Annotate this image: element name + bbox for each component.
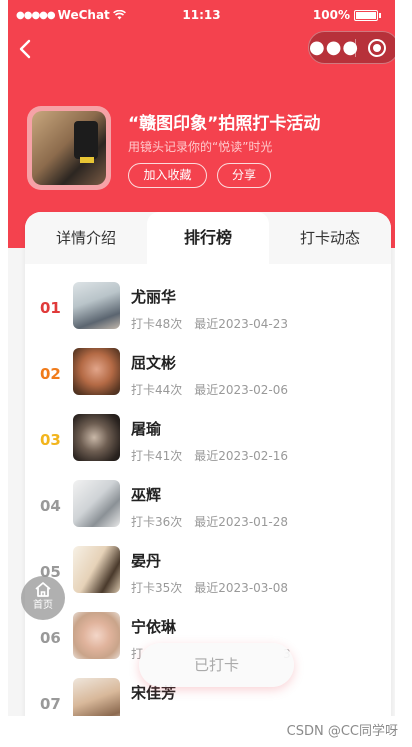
battery-icon xyxy=(354,9,378,21)
tab-bar: 详情介绍 排行榜 打卡动态 xyxy=(25,212,391,264)
list-item[interactable]: 04 巫辉 打卡36次 最近2023-01-28 xyxy=(25,480,391,546)
avatar xyxy=(73,282,120,329)
battery-tip xyxy=(379,12,381,18)
avatar xyxy=(73,348,120,395)
user-meta: 打卡48次 最近2023-04-23 xyxy=(131,315,288,332)
checkin-count: 打卡41次 xyxy=(131,449,183,463)
camera-detail xyxy=(80,157,94,163)
home-button[interactable]: 首页 xyxy=(21,576,65,620)
rank-number: 04 xyxy=(40,497,61,515)
home-icon xyxy=(35,582,51,597)
list-item[interactable]: 01 尤丽华 打卡48次 最近2023-04-23 xyxy=(25,282,391,348)
recent-date: 最近2023-02-06 xyxy=(194,383,289,397)
user-name: 尤丽华 xyxy=(131,288,177,306)
battery-percent: 100% xyxy=(312,8,350,22)
more-dots-icon[interactable]: ●●● xyxy=(309,38,358,57)
recent-date: 最近2023-01-28 xyxy=(194,515,289,529)
user-name: 宁依琳 xyxy=(131,618,177,636)
status-right: 100% xyxy=(313,8,381,22)
avatar xyxy=(73,480,120,527)
user-name: 屠瑜 xyxy=(131,420,162,438)
content-card: 详情介绍 排行榜 打卡动态 01 尤丽华 打卡48次 最近2023-04-23 0… xyxy=(25,212,391,716)
back-button[interactable] xyxy=(18,38,42,66)
checkin-count: 打卡44次 xyxy=(131,383,183,397)
activity-subtitle: 用镜头记录你的“悦读”时光 xyxy=(128,140,273,154)
tab-leaderboard[interactable]: 排行榜 xyxy=(147,212,269,264)
list-item[interactable]: 03 屠瑜 打卡41次 最近2023-02-16 xyxy=(25,414,391,480)
target-close-icon xyxy=(367,38,386,57)
home-label: 首页 xyxy=(33,600,53,611)
avatar xyxy=(73,612,120,659)
checkin-count: 打卡48次 xyxy=(131,317,183,331)
list-item[interactable]: 02 屈文彬 打卡44次 最近2023-02-06 xyxy=(25,348,391,414)
status-bar: ●●●●● WeChat 11:13 100% xyxy=(8,8,395,26)
recent-date: 最近2023-02-16 xyxy=(194,449,289,463)
user-name: 巫辉 xyxy=(131,486,162,504)
list-item[interactable]: 05 晏丹 打卡35次 最近2023-03-08 xyxy=(25,546,391,612)
mini-program-capsule: ●●● xyxy=(308,31,395,64)
checked-in-button[interactable]: 已打卡 xyxy=(139,643,294,687)
cover-image xyxy=(32,111,106,185)
checkin-count: 打卡35次 xyxy=(131,581,183,595)
tab-checkin-feed[interactable]: 打卡动态 xyxy=(269,212,391,264)
checkin-count: 打卡36次 xyxy=(131,515,183,529)
rank-number: 03 xyxy=(40,431,61,449)
user-meta: 打卡36次 最近2023-01-28 xyxy=(131,513,288,530)
watermark: CSDN @CC同学呀 xyxy=(286,724,398,739)
avatar xyxy=(73,546,120,593)
recent-date: 最近2023-04-23 xyxy=(194,317,289,331)
rank-number: 07 xyxy=(40,695,61,713)
tab-details[interactable]: 详情介绍 xyxy=(25,212,147,264)
user-meta xyxy=(131,711,143,716)
recent-date: 最近2023-03-08 xyxy=(194,581,289,595)
add-favorite-button[interactable]: 加入收藏 xyxy=(128,163,207,188)
camera-shape xyxy=(74,121,98,159)
avatar xyxy=(73,678,120,716)
user-name: 屈文彬 xyxy=(131,354,177,372)
user-meta: 打卡41次 最近2023-02-16 xyxy=(131,447,288,464)
share-button[interactable]: 分享 xyxy=(217,163,271,188)
rank-number: 02 xyxy=(40,365,61,383)
rank-number: 06 xyxy=(40,629,61,647)
user-meta: 打卡44次 最近2023-02-06 xyxy=(131,381,288,398)
activity-cover xyxy=(27,106,111,190)
phone-screen: ●●●●● WeChat 11:13 100% ●●● “赣图印象”拍照打卡活动… xyxy=(8,0,395,716)
close-button[interactable] xyxy=(356,38,395,57)
user-name: 晏丹 xyxy=(131,552,162,570)
activity-title: “赣图印象”拍照打卡活动 xyxy=(128,114,321,134)
user-meta: 打卡35次 最近2023-03-08 xyxy=(131,579,288,596)
chevron-left-icon xyxy=(19,39,31,59)
rank-number: 01 xyxy=(40,299,61,317)
avatar xyxy=(73,414,120,461)
